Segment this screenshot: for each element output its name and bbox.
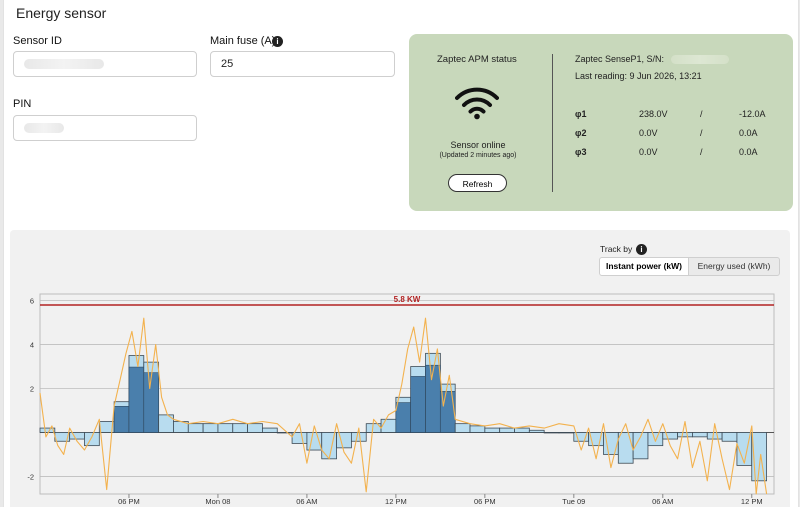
hourly-bar	[617, 432, 634, 464]
y-tick-label: -2	[27, 472, 34, 481]
apm-status-title: Zaptec APM status	[437, 54, 517, 65]
hourly-bar	[217, 423, 234, 433]
refresh-button[interactable]: Refresh	[448, 174, 507, 192]
main-fuse-field[interactable]: 25	[210, 51, 395, 77]
hourly-bar	[469, 425, 486, 433]
power-chart: 6 4 2 -2 06 PM Mon 08 06 AM 12 PM 06 PM Tue 09 06 …	[27, 293, 775, 506]
y-tick-label: 2	[30, 385, 34, 394]
main-fuse-label: Main fuse (A)	[210, 35, 276, 47]
hourly-bar	[528, 429, 545, 433]
x-tick-label: 06 AM	[296, 497, 317, 506]
sensor-status: Sensor online	[450, 140, 506, 150]
hourly-bar	[692, 432, 708, 438]
x-tick-label: 12 PM	[385, 497, 407, 506]
phase-separator: /	[700, 128, 703, 138]
y-tick-label: 4	[30, 341, 34, 350]
hourly-bar	[202, 423, 219, 433]
hourly-bar	[84, 432, 100, 447]
hourly-bar	[276, 432, 293, 434]
wifi-icon	[455, 87, 499, 120]
fuse-limit-label: 5.8 KW	[394, 295, 421, 304]
hourly-bar	[350, 432, 367, 442]
hourly-bar	[69, 432, 85, 440]
phase-current: 0.0A	[739, 128, 758, 138]
power-chart-panel: Track by i Instant power (kW) Energy use…	[10, 230, 790, 507]
hourly-bar	[721, 432, 738, 442]
hourly-energy-bar	[113, 406, 130, 433]
phase-voltage: 238.0V	[639, 109, 668, 119]
phase-label: φ3	[575, 147, 587, 157]
apm-status-panel: Zaptec APM status Sensor online (Updated…	[409, 34, 793, 211]
redacted-serial	[671, 55, 729, 64]
x-tick-label: Tue 09	[562, 497, 585, 506]
pin-label: PIN	[13, 98, 32, 110]
phase-voltage: 0.0V	[639, 128, 658, 138]
hourly-bar	[454, 423, 471, 433]
hourly-bar	[677, 432, 693, 438]
last-reading: Last reading: 9 Jun 2026, 13:21	[575, 71, 702, 81]
phase-separator: /	[700, 147, 703, 157]
hourly-energy-bar	[143, 372, 159, 433]
phase-current: 0.0A	[739, 147, 758, 157]
hourly-bar	[291, 432, 308, 444]
device-name: Zaptec SenseP1, S/N:	[575, 54, 665, 64]
hourly-bar	[647, 432, 664, 447]
hourly-bar	[662, 432, 679, 440]
redacted-value	[24, 59, 104, 69]
panel-divider	[552, 54, 553, 192]
page-title: Energy sensor	[16, 5, 107, 21]
hourly-energy-bar	[128, 366, 145, 433]
hourly-bar	[706, 432, 723, 440]
hourly-bar	[336, 432, 352, 449]
hourly-energy-bar	[395, 402, 412, 433]
hourly-bar	[484, 427, 501, 433]
hourly-bar	[380, 418, 397, 433]
x-tick-label: 12 PM	[741, 497, 763, 506]
x-tick-label: 06 PM	[118, 497, 140, 506]
hourly-bar	[514, 427, 530, 433]
hourly-energy-bar	[425, 364, 441, 433]
hourly-bar	[558, 432, 575, 434]
redacted-value	[24, 123, 64, 133]
phase-current: -12.0A	[739, 109, 766, 119]
hourly-energy-bar	[410, 376, 426, 433]
x-tick-label: 06 PM	[474, 497, 496, 506]
hourly-bar	[543, 432, 560, 434]
info-icon[interactable]: i	[272, 36, 283, 47]
phase-separator: /	[700, 109, 703, 119]
hourly-bar	[247, 423, 263, 433]
hourly-bar	[232, 423, 248, 433]
x-tick-label: 06 AM	[652, 497, 673, 506]
x-tick-label: Mon 08	[205, 497, 230, 506]
hourly-bar	[187, 423, 204, 433]
hourly-bar	[499, 427, 515, 433]
updated-text: (Updated 2 minutes ago)	[439, 152, 517, 159]
sensor-id-field[interactable]	[13, 51, 197, 77]
hourly-bar	[262, 427, 278, 433]
phase-label: φ2	[575, 128, 587, 138]
phase-voltage: 0.0V	[639, 147, 658, 157]
pin-field[interactable]	[13, 115, 197, 141]
y-tick-label: 6	[30, 297, 34, 306]
phase-label: φ1	[575, 109, 587, 119]
sensor-id-label: Sensor ID	[13, 35, 62, 47]
